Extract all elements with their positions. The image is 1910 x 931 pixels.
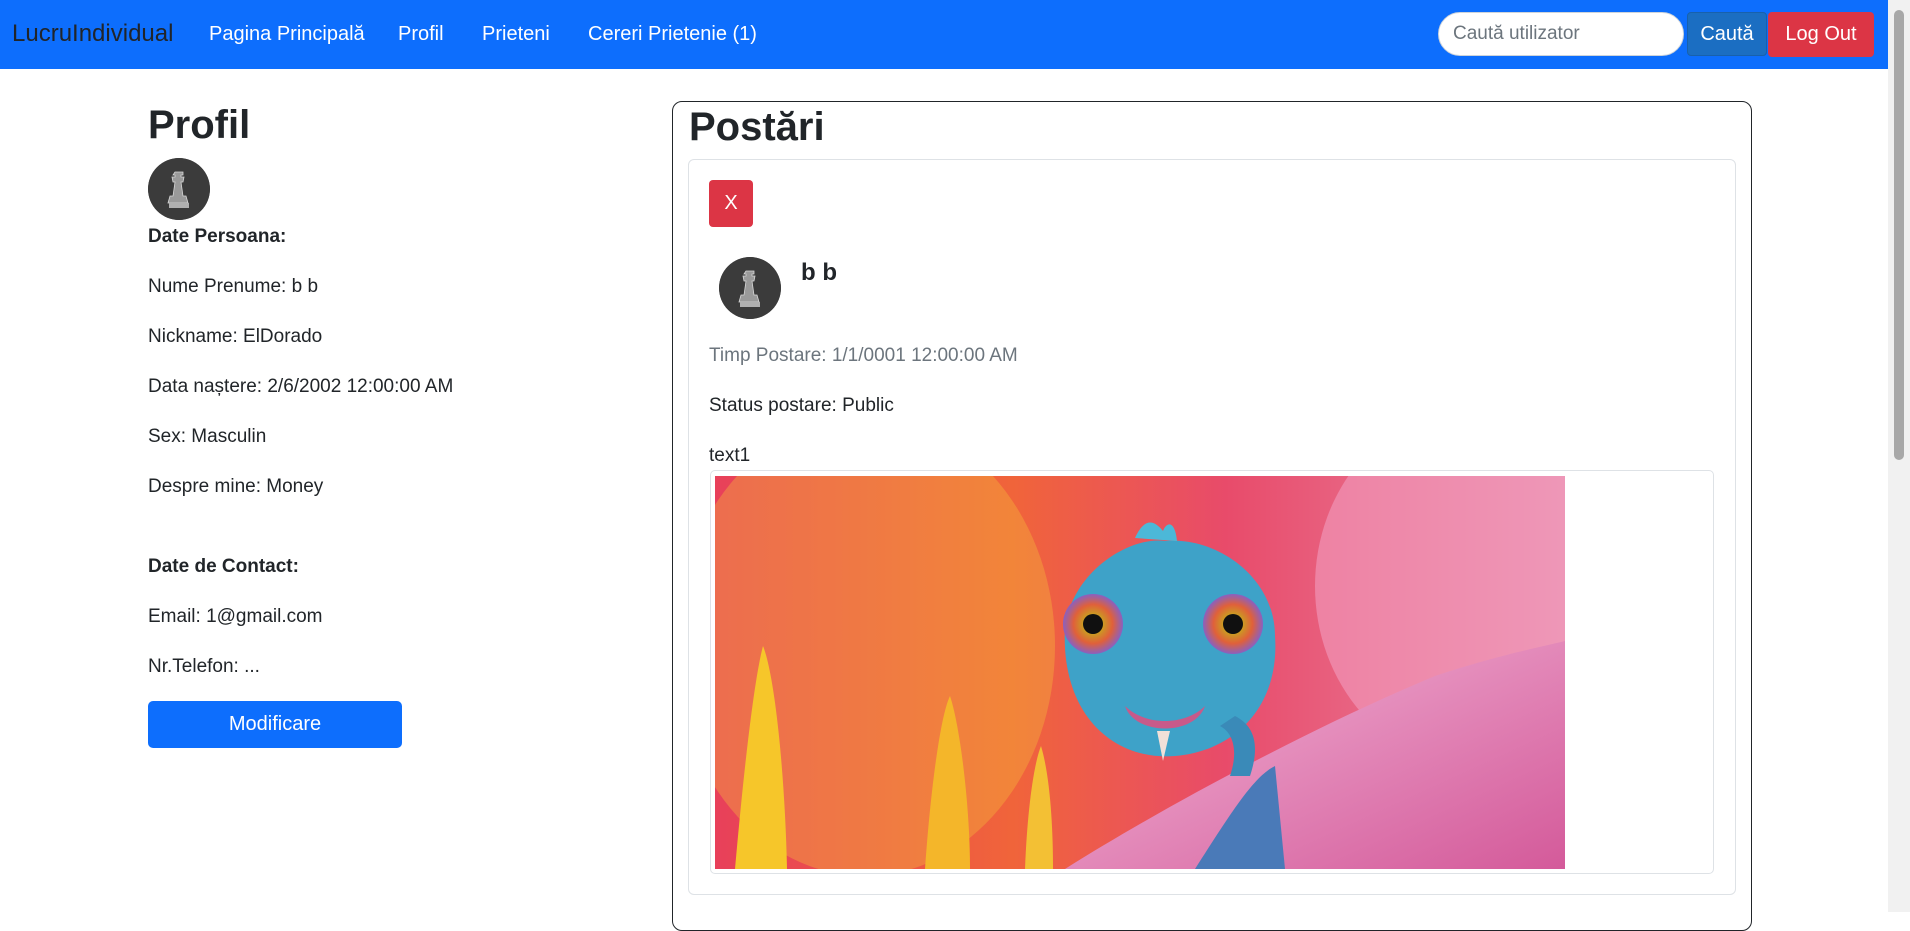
post-author-avatar (719, 257, 781, 319)
profile-title: Profil (148, 103, 251, 147)
scrollbar-thumb[interactable] (1894, 10, 1904, 460)
contact-data-heading: Date de Contact: (148, 556, 299, 577)
post-status: Status postare: Public (709, 395, 894, 416)
profile-nickname: Nickname: ElDorado (148, 326, 323, 347)
post-time: Timp Postare: 1/1/0001 12:00:00 AM (709, 345, 1018, 366)
post-author-name[interactable]: b b (801, 258, 837, 288)
posts-title: Postări (689, 105, 825, 149)
profile-name: Nume Prenume: b b (148, 276, 319, 297)
top-navbar: LucruIndividual Pagina Principală Profil… (0, 0, 1888, 69)
delete-post-button[interactable]: X (709, 180, 753, 227)
brand-link[interactable]: LucruIndividual (12, 19, 173, 49)
nav-link-home[interactable]: Pagina Principală (209, 21, 365, 47)
chess-piece-avatar-icon (148, 158, 210, 220)
nav-link-friend-requests[interactable]: Cereri Prietenie (1) (588, 21, 757, 47)
profile-email: Email: 1@gmail.com (148, 606, 323, 627)
nav-link-friends[interactable]: Prieteni (482, 21, 550, 47)
post-text: text1 (709, 445, 751, 466)
search-input[interactable] (1438, 12, 1684, 56)
modify-profile-button[interactable]: Modificare (148, 701, 402, 748)
chess-piece-avatar-icon (719, 257, 781, 319)
search-button[interactable]: Caută (1687, 12, 1767, 56)
chameleon-photo-icon (715, 476, 1565, 869)
profile-about: Despre mine: Money (148, 476, 324, 497)
profile-sex: Sex: Masculin (148, 426, 267, 447)
profile-birthdate: Data naștere: 2/6/2002 12:00:00 AM (148, 376, 454, 397)
post-image (715, 476, 1565, 869)
profile-phone: Nr.Telefon: ... (148, 656, 260, 677)
personal-data-heading: Date Persoana: (148, 226, 287, 247)
nav-link-profile[interactable]: Profil (398, 21, 444, 47)
logout-button[interactable]: Log Out (1768, 12, 1874, 57)
profile-avatar (148, 158, 210, 220)
